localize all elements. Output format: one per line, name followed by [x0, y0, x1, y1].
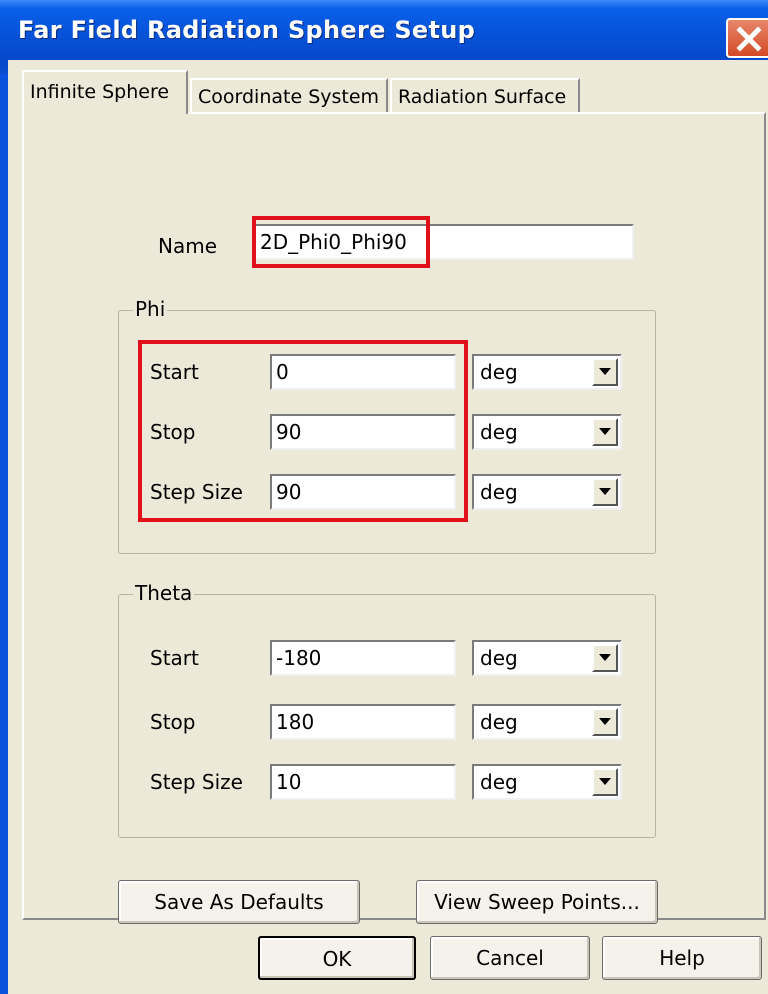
phi-stop-input[interactable]: 90 — [270, 414, 456, 450]
theta-start-input[interactable]: -180 — [270, 640, 456, 676]
view-sweep-points-button[interactable]: View Sweep Points... — [416, 880, 658, 924]
theta-step-unit-value: deg — [480, 770, 518, 794]
theta-stop-input[interactable]: 180 — [270, 704, 456, 740]
theta-step-unit-select[interactable]: deg — [472, 764, 622, 800]
name-label: Name — [158, 234, 218, 258]
dialog-window: Far Field Radiation Sphere Setup Infinit… — [0, 0, 768, 994]
close-icon — [736, 26, 762, 52]
window-title: Far Field Radiation Sphere Setup — [18, 16, 476, 44]
theta-stop-unit-value: deg — [480, 710, 518, 734]
theta-step-input[interactable]: 10 — [270, 764, 456, 800]
tab-infinite-sphere[interactable]: Infinite Sphere — [22, 70, 188, 114]
theta-start-unit-value: deg — [480, 646, 518, 670]
theta-start-unit-select[interactable]: deg — [472, 640, 622, 676]
phi-stop-label: Stop — [150, 420, 196, 444]
phi-stop-unit-select[interactable]: deg — [472, 414, 622, 450]
dropdown-arrow-icon[interactable] — [592, 708, 618, 736]
dropdown-arrow-icon[interactable] — [592, 768, 618, 796]
name-input[interactable]: 2D_Phi0_Phi90 — [254, 224, 634, 260]
phi-step-unit-select[interactable]: deg — [472, 474, 622, 510]
phi-start-label: Start — [150, 360, 199, 384]
phi-start-unit-value: deg — [480, 360, 518, 384]
phi-step-label: Step Size — [150, 480, 243, 504]
ok-button[interactable]: OK — [258, 936, 416, 980]
theta-stop-unit-select[interactable]: deg — [472, 704, 622, 740]
phi-start-input[interactable]: 0 — [270, 354, 456, 390]
save-as-defaults-button[interactable]: Save As Defaults — [118, 880, 360, 924]
theta-stop-label: Stop — [150, 710, 196, 734]
theta-start-label: Start — [150, 646, 199, 670]
phi-group-title: Phi — [133, 297, 168, 321]
theta-group-title: Theta — [133, 581, 195, 605]
tab-panel-infinite-sphere: Name 2D_Phi0_Phi90 Phi Start 0 deg Stop … — [22, 112, 766, 924]
dropdown-arrow-icon[interactable] — [592, 358, 618, 386]
theta-step-label: Step Size — [150, 770, 243, 794]
dialog-client-area: Infinite Sphere Coordinate System Radiat… — [8, 60, 768, 994]
dropdown-arrow-icon[interactable] — [592, 644, 618, 672]
tab-coordinate-system[interactable]: Coordinate System — [190, 78, 388, 112]
help-button[interactable]: Help — [602, 936, 762, 980]
phi-step-unit-value: deg — [480, 480, 518, 504]
dropdown-arrow-icon[interactable] — [592, 418, 618, 446]
phi-start-unit-select[interactable]: deg — [472, 354, 622, 390]
phi-step-input[interactable]: 90 — [270, 474, 456, 510]
phi-stop-unit-value: deg — [480, 420, 518, 444]
cancel-button[interactable]: Cancel — [430, 936, 590, 980]
dropdown-arrow-icon[interactable] — [592, 478, 618, 506]
close-button[interactable] — [726, 18, 768, 58]
tab-radiation-surface[interactable]: Radiation Surface — [390, 78, 580, 112]
